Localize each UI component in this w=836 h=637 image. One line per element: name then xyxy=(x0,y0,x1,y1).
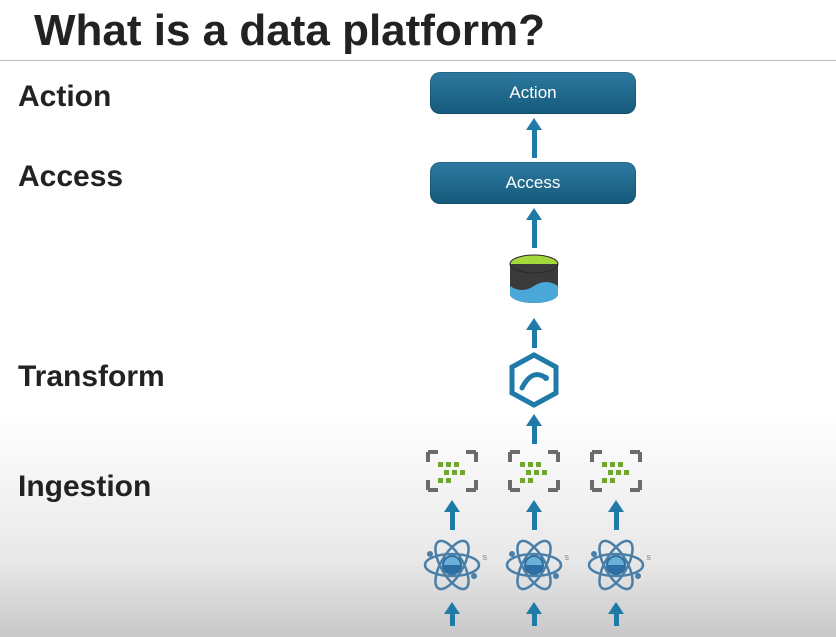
atom-source-icon: s xyxy=(585,534,647,596)
access-box: Access xyxy=(430,162,636,204)
source-badge: s xyxy=(647,552,652,562)
pipeline-bracket-icon xyxy=(588,448,644,494)
atom-source-icon: s xyxy=(503,534,565,596)
slide-title: What is a data platform? xyxy=(0,0,836,61)
stage-label-action: Action xyxy=(18,80,111,114)
pipeline-bracket-icon xyxy=(424,448,480,494)
pipeline-bracket-icon xyxy=(506,448,562,494)
source-badge: s xyxy=(565,552,570,562)
arrow-up-icon xyxy=(526,500,542,530)
stage-label-access: Access xyxy=(18,160,123,194)
stage-label-ingestion: Ingestion xyxy=(18,470,151,504)
arrow-up-icon xyxy=(526,602,542,626)
arrow-up-icon xyxy=(526,414,542,444)
arrow-up-icon xyxy=(444,602,460,626)
arrow-up-icon xyxy=(608,602,624,626)
arrow-up-icon xyxy=(608,500,624,530)
hexagon-transform-icon xyxy=(506,352,562,408)
arrow-up-icon xyxy=(526,118,542,158)
source-badge: s xyxy=(483,552,488,562)
arrow-up-icon xyxy=(526,208,542,248)
stage-label-transform: Transform xyxy=(18,360,165,394)
atom-source-icon: s xyxy=(421,534,483,596)
datalake-icon xyxy=(506,254,562,312)
action-box: Action xyxy=(430,72,636,114)
arrow-up-icon xyxy=(444,500,460,530)
arrow-up-icon xyxy=(526,318,542,348)
